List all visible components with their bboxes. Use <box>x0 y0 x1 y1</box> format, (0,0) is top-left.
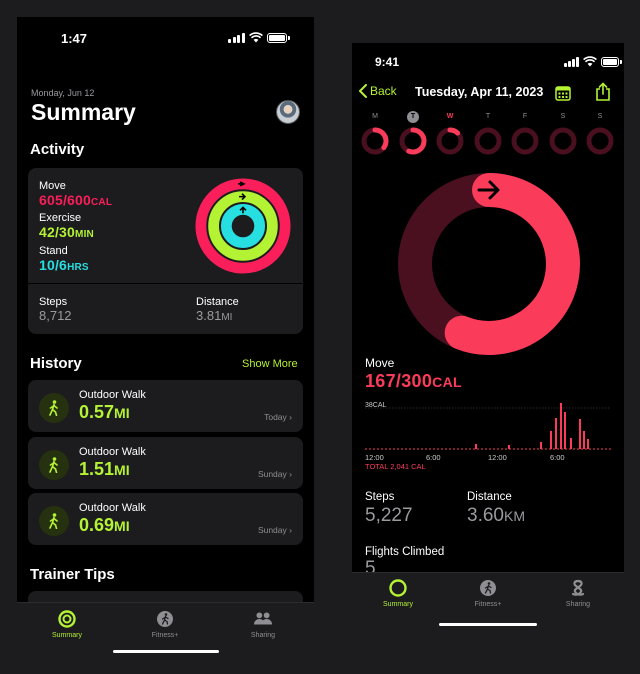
stand-value: 10/6HRS <box>39 257 89 273</box>
history-item-title: Outdoor Walk <box>79 446 146 458</box>
calendar-icon[interactable] <box>555 85 571 101</box>
battery-icon <box>266 32 290 43</box>
chart-x-tick: 6:00 <box>550 453 565 462</box>
move-value: 167/300CAL <box>365 371 462 391</box>
avatar[interactable] <box>276 100 300 124</box>
history-item-title: Outdoor Walk <box>79 389 146 401</box>
week-strip: M T W T F S S <box>352 111 624 161</box>
summary-icon <box>388 578 408 598</box>
week-day[interactable]: F <box>511 111 539 160</box>
day-ring <box>586 127 614 155</box>
nav-bar: Back Tuesday, Apr 11, 2023 <box>352 82 624 104</box>
activity-card[interactable]: Move 605/600CAL Exercise 42/30MIN Stand … <box>28 168 303 334</box>
history-item[interactable]: Outdoor Walk 0.69MI Sunday › <box>28 493 303 545</box>
chart-x-tick: 12:00 <box>488 453 507 462</box>
week-day[interactable]: T <box>399 111 427 160</box>
activity-rings <box>195 178 291 274</box>
battery-icon <box>600 56 622 67</box>
history-item-value: 0.57MI <box>79 402 130 422</box>
nav-title: Tuesday, Apr 11, 2023 <box>415 85 544 99</box>
status-time: 1:47 <box>61 31 88 46</box>
steps-value: 5,227 <box>365 505 413 526</box>
wifi-icon <box>248 32 263 43</box>
hourly-calories-chart <box>365 403 611 450</box>
stand-label: Stand <box>39 245 68 257</box>
tab-sharing[interactable]: Sharing <box>558 578 598 608</box>
cellular-signal-icon <box>564 56 579 67</box>
history-heading: History <box>30 355 82 372</box>
tab-fitness-plus[interactable]: Fitness+ <box>144 609 186 639</box>
week-day[interactable]: M <box>361 111 389 160</box>
home-indicator[interactable] <box>439 623 537 626</box>
distance-value: 3.81MI <box>196 308 233 323</box>
day-ring <box>361 127 389 155</box>
walking-icon <box>39 506 69 536</box>
day-ring <box>549 127 577 155</box>
move-label: Move <box>39 180 66 192</box>
history-item-title: Outdoor Walk <box>79 502 146 514</box>
fitness-plus-icon <box>155 609 175 629</box>
flights-label: Flights Climbed <box>365 546 445 558</box>
wifi-icon <box>582 56 597 67</box>
show-more-link[interactable]: Show More <box>242 358 298 370</box>
fitness-plus-icon <box>478 578 498 598</box>
chart-x-tick: 12:00 <box>365 453 384 462</box>
chart-total: TOTAL 2,041 CAL <box>365 462 426 471</box>
activity-heading: Activity <box>30 141 85 158</box>
steps-label: Steps <box>39 296 68 308</box>
day-ring <box>474 127 502 155</box>
distance-value: 3.60KM <box>467 505 525 526</box>
summary-screen: 1:47 Monday, Jun 12 Summary Activity Mov… <box>17 17 314 660</box>
tab-summary[interactable]: Summary <box>378 578 418 608</box>
history-item[interactable]: Outdoor Walk 0.57MI Today › <box>28 380 303 432</box>
home-indicator[interactable] <box>113 650 219 653</box>
summary-icon <box>57 609 77 629</box>
status-bar: 9:41 <box>352 43 624 83</box>
walking-icon <box>39 450 69 480</box>
history-item-date: Today › <box>264 412 292 422</box>
header-date: Monday, Jun 12 <box>31 88 95 98</box>
move-detail-screen: 9:41 Back Tuesday, Apr 11, 2023 M T W T … <box>352 43 624 632</box>
week-day[interactable]: S <box>586 111 614 160</box>
sharing-icon <box>253 609 273 629</box>
chevron-right-icon: › <box>289 525 292 535</box>
back-button[interactable]: Back <box>358 84 397 98</box>
tab-fitness-plus[interactable]: Fitness+ <box>468 578 508 608</box>
exercise-value: 42/30MIN <box>39 224 94 240</box>
walking-icon <box>39 393 69 423</box>
move-value: 605/600CAL <box>39 192 113 208</box>
tab-sharing[interactable]: Sharing <box>243 609 283 639</box>
history-item-date: Sunday › <box>257 469 292 479</box>
move-label: Move <box>365 356 395 370</box>
share-icon[interactable] <box>595 82 611 102</box>
week-day[interactable]: T <box>474 111 502 160</box>
history-item-date: Sunday › <box>257 525 292 535</box>
day-ring <box>436 127 464 155</box>
status-time: 9:41 <box>375 55 400 69</box>
chart-x-tick: 6:00 <box>426 453 441 462</box>
tab-summary[interactable]: Summary <box>47 609 87 639</box>
history-item[interactable]: Outdoor Walk 1.51MI Sunday › <box>28 437 303 489</box>
steps-value: 8,712 <box>39 308 72 323</box>
day-ring <box>511 127 539 155</box>
move-ring <box>398 173 580 355</box>
sharing-icon <box>568 578 588 598</box>
chevron-right-icon: › <box>289 412 292 422</box>
status-bar: 1:47 <box>17 17 314 57</box>
exercise-label: Exercise <box>39 212 82 224</box>
chart-bars <box>475 403 589 449</box>
steps-label: Steps <box>365 491 395 503</box>
chevron-right-icon: › <box>289 469 292 479</box>
week-day[interactable]: W <box>436 111 464 160</box>
chevron-left-icon <box>359 84 367 98</box>
cellular-signal-icon <box>228 32 245 43</box>
day-ring <box>399 127 427 155</box>
week-day[interactable]: S <box>549 111 577 160</box>
trainer-tips-heading: Trainer Tips <box>30 566 115 583</box>
distance-label: Distance <box>467 491 512 503</box>
history-item-value: 0.69MI <box>79 515 130 535</box>
history-item-value: 1.51MI <box>79 459 130 479</box>
distance-label: Distance <box>196 296 239 308</box>
page-title: Summary <box>31 99 136 125</box>
